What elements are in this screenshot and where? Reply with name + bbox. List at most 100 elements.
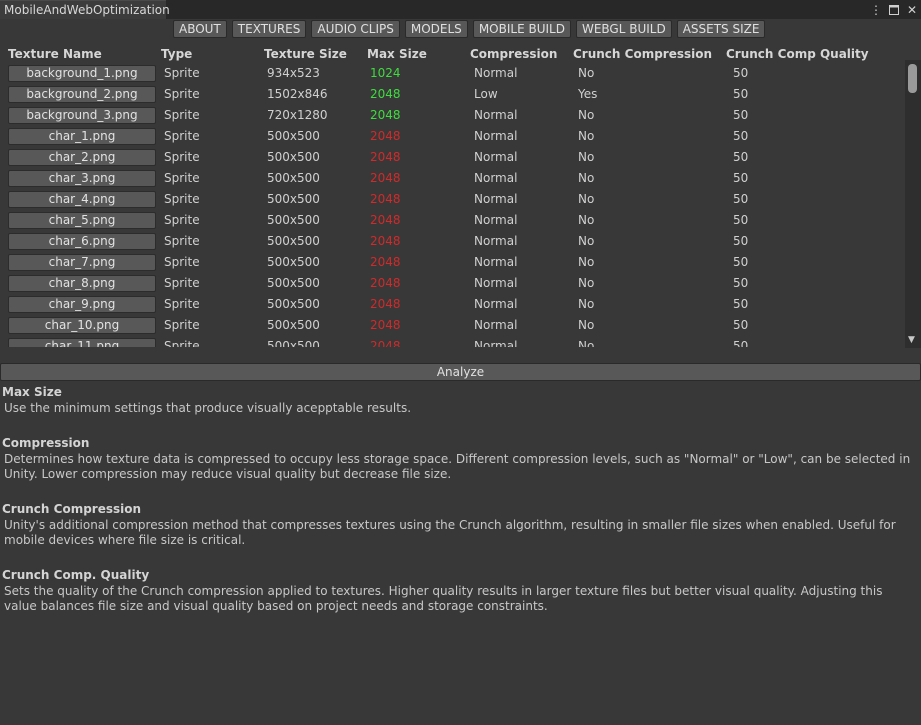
- more-icon[interactable]: ⋮: [867, 0, 885, 19]
- texture-name-button[interactable]: background_1.png: [8, 65, 156, 82]
- column-header-crunch-compression: Crunch Compression: [573, 47, 713, 61]
- cell-size: 1502x846: [267, 87, 328, 101]
- cell-size: 500x500: [267, 276, 320, 290]
- cell-max: 2048: [370, 213, 401, 227]
- tab-assets-size[interactable]: ASSETS SIZE: [676, 20, 766, 38]
- cell-max: 2048: [370, 129, 401, 143]
- window-title: MobileAndWebOptimization: [4, 3, 170, 17]
- texture-name-button[interactable]: background_2.png: [8, 86, 156, 103]
- cell-max: 2048: [370, 108, 401, 122]
- cell-type: Sprite: [164, 192, 200, 206]
- table-row: char_6.png Sprite 500x500 2048 Normal No 50: [0, 231, 905, 252]
- cell-quality: 50: [733, 318, 749, 332]
- cell-max: 2048: [370, 192, 401, 206]
- cell-size: 934x523: [267, 66, 320, 80]
- cell-type: Sprite: [164, 318, 200, 332]
- info-section-text: Sets the quality of the Crunch compressi…: [4, 584, 883, 613]
- column-header-texture-size: Texture Size: [264, 47, 347, 61]
- table-row: char_11.png Sprite 500x500 2048 Normal No 50: [0, 336, 905, 347]
- texture-name-button[interactable]: char_5.png: [8, 212, 156, 229]
- cell-quality: 50: [733, 108, 749, 122]
- cell-compression: Low: [474, 87, 498, 101]
- tab-webgl-build[interactable]: WEBGL BUILD: [575, 20, 672, 38]
- column-header-crunch-comp-quality: Crunch Comp Quality: [726, 47, 869, 61]
- cell-compression: Normal: [474, 150, 518, 164]
- cell-crunch: No: [578, 276, 595, 290]
- cell-size: 500x500: [267, 171, 320, 185]
- texture-name-button[interactable]: char_3.png: [8, 170, 156, 187]
- info-section-text: Use the minimum settings that produce vi…: [4, 401, 412, 415]
- cell-max: 2048: [370, 297, 401, 311]
- texture-name-button[interactable]: char_10.png: [8, 317, 156, 334]
- texture-name-button[interactable]: char_7.png: [8, 254, 156, 271]
- cell-quality: 50: [733, 255, 749, 269]
- cell-size: 500x500: [267, 318, 320, 332]
- cell-max: 2048: [370, 255, 401, 269]
- cell-type: Sprite: [164, 129, 200, 143]
- tab-about[interactable]: ABOUT: [173, 20, 227, 38]
- cell-crunch: No: [578, 150, 595, 164]
- cell-quality: 50: [733, 339, 749, 347]
- cell-quality: 50: [733, 66, 749, 80]
- cell-compression: Normal: [474, 66, 518, 80]
- cell-size: 500x500: [267, 192, 320, 206]
- table-row: char_9.png Sprite 500x500 2048 Normal No 50: [0, 294, 905, 315]
- cell-type: Sprite: [164, 276, 200, 290]
- cell-compression: Normal: [474, 339, 518, 347]
- tab-audio-clips[interactable]: AUDIO CLIPS: [311, 20, 400, 38]
- cell-compression: Normal: [474, 192, 518, 206]
- cell-crunch: No: [578, 129, 595, 143]
- texture-name-button[interactable]: char_9.png: [8, 296, 156, 313]
- cell-crunch: No: [578, 318, 595, 332]
- maximize-icon[interactable]: [885, 0, 903, 19]
- cell-compression: Normal: [474, 297, 518, 311]
- table-row: char_2.png Sprite 500x500 2048 Normal No 50: [0, 147, 905, 168]
- cell-crunch: No: [578, 213, 595, 227]
- cell-quality: 50: [733, 129, 749, 143]
- texture-name-button[interactable]: char_1.png: [8, 128, 156, 145]
- cell-quality: 50: [733, 297, 749, 311]
- scroll-down-icon[interactable]: ▼: [908, 335, 915, 345]
- cell-size: 500x500: [267, 339, 320, 347]
- cell-type: Sprite: [164, 339, 200, 347]
- table-row: char_7.png Sprite 500x500 2048 Normal No 50: [0, 252, 905, 273]
- column-header-type: Type: [161, 47, 193, 61]
- tab-textures[interactable]: TEXTURES: [231, 20, 307, 38]
- cell-type: Sprite: [164, 108, 200, 122]
- close-icon[interactable]: ✕: [903, 0, 921, 19]
- texture-name-button[interactable]: background_3.png: [8, 107, 156, 124]
- cell-crunch: No: [578, 108, 595, 122]
- cell-max: 2048: [370, 87, 401, 101]
- window-controls: ⋮ ✕: [867, 0, 921, 19]
- cell-size: 500x500: [267, 255, 320, 269]
- texture-name-button[interactable]: char_4.png: [8, 191, 156, 208]
- cell-max: 2048: [370, 276, 401, 290]
- info-section-title: Crunch Comp. Quality: [2, 568, 150, 582]
- cell-size: 720x1280: [267, 108, 328, 122]
- column-header-texture-name: Texture Name: [8, 47, 102, 61]
- texture-name-button[interactable]: char_6.png: [8, 233, 156, 250]
- tab-mobile-build[interactable]: MOBILE BUILD: [472, 20, 571, 38]
- cell-type: Sprite: [164, 150, 200, 164]
- info-section: Crunch Compression Unity's additional com…: [0, 501, 921, 548]
- cell-crunch: No: [578, 297, 595, 311]
- texture-name-button[interactable]: char_2.png: [8, 149, 156, 166]
- cell-compression: Normal: [474, 108, 518, 122]
- scrollbar-thumb[interactable]: [908, 64, 917, 93]
- info-section-text: Determines how texture data is compresse…: [4, 452, 911, 481]
- window-title-tab[interactable]: MobileAndWebOptimization: [0, 0, 170, 19]
- cell-type: Sprite: [164, 213, 200, 227]
- texture-name-button[interactable]: char_8.png: [8, 275, 156, 292]
- tab-models[interactable]: MODELS: [404, 20, 468, 38]
- table-row: background_2.png Sprite 1502x846 2048 Low Yes…: [0, 84, 905, 105]
- analyze-button[interactable]: Analyze: [0, 363, 921, 381]
- info-section-text: Unity's additional compression method th…: [4, 518, 896, 547]
- cell-type: Sprite: [164, 297, 200, 311]
- info-section: Max Size Use the minimum settings that pr…: [0, 384, 921, 416]
- cell-compression: Normal: [474, 234, 518, 248]
- cell-size: 500x500: [267, 129, 320, 143]
- texture-name-button[interactable]: char_11.png: [8, 338, 156, 347]
- table-scrollbar[interactable]: ▼: [905, 60, 921, 348]
- cell-size: 500x500: [267, 150, 320, 164]
- info-panel: Max Size Use the minimum settings that pr…: [0, 384, 921, 633]
